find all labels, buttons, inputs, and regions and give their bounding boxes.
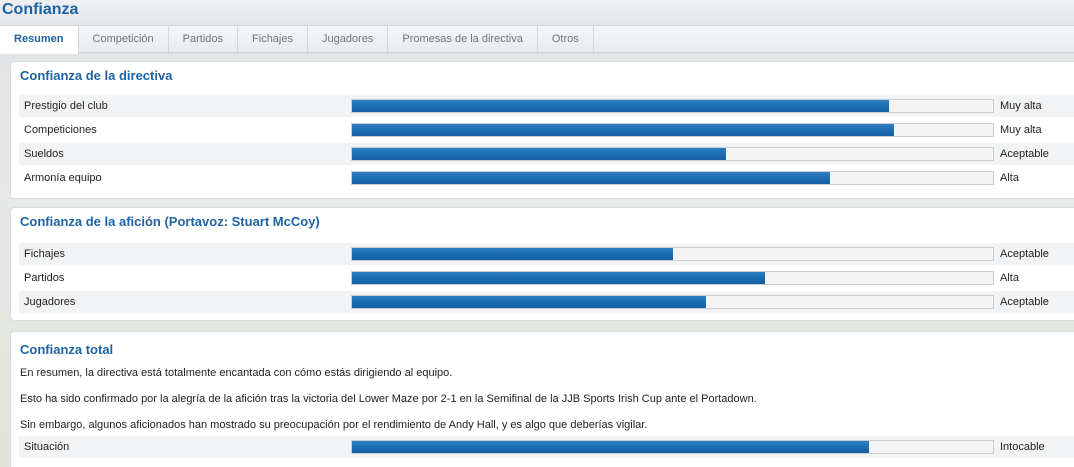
confidence-bar-fill — [352, 441, 869, 453]
confidence-bar-fill — [352, 124, 894, 136]
tab-promesas-directiva[interactable]: Promesas de la directiva — [388, 26, 538, 53]
fan-row-players: Jugadores Aceptable — [19, 291, 1074, 313]
fan-confidence-panel: Confianza de la afición (Portavoz: Stuar… — [10, 207, 1074, 321]
board-row-wages: Sueldos Aceptable — [19, 143, 1074, 165]
confidence-bar — [351, 247, 994, 261]
row-label: Fichajes — [24, 248, 65, 260]
confidence-bar — [351, 171, 994, 185]
confidence-bar — [351, 99, 994, 113]
row-label: Jugadores — [24, 296, 76, 308]
row-value: Alta — [1000, 172, 1019, 184]
row-value: Muy alta — [1000, 124, 1042, 136]
confidence-bar-fill — [352, 172, 830, 184]
row-label: Partidos — [24, 272, 65, 284]
board-row-prestige: Prestigio del club Muy alta — [19, 95, 1074, 117]
tab-competicion[interactable]: Competición — [79, 26, 169, 53]
confidence-bar — [351, 295, 994, 309]
overall-row-status: Situación Intocable — [19, 436, 1074, 458]
summary-text: Sin embargo, algunos aficionados han mos… — [20, 419, 648, 431]
row-label: Armonía equipo — [24, 172, 102, 184]
fan-row-transfers: Fichajes Aceptable — [19, 243, 1074, 265]
tab-partidos[interactable]: Partidos — [169, 26, 239, 53]
row-label: Situación — [24, 441, 70, 453]
row-value: Alta — [1000, 272, 1019, 284]
title-bar: Confianza — [0, 0, 1074, 24]
page-title: Confianza — [2, 1, 79, 18]
confidence-bar-fill — [352, 296, 706, 308]
confidence-bar — [351, 123, 994, 137]
summary-text: Esto ha sido confirmado por la alegría d… — [20, 393, 757, 405]
confidence-bar-fill — [352, 148, 726, 160]
row-label: Competiciones — [24, 124, 97, 136]
confidence-bar — [351, 440, 994, 454]
overall-panel-title: Confianza total — [20, 342, 114, 357]
row-value: Aceptable — [1000, 296, 1049, 308]
fan-row-matches: Partidos Alta — [19, 267, 1074, 289]
row-value: Muy alta — [1000, 100, 1042, 112]
tab-fichajes[interactable]: Fichajes — [238, 26, 308, 53]
board-panel-title: Confianza de la directiva — [20, 68, 173, 83]
confidence-bar-fill — [352, 100, 889, 112]
row-value: Intocable — [1000, 441, 1045, 453]
row-value: Aceptable — [1000, 248, 1049, 260]
row-label: Prestigio del club — [24, 100, 108, 112]
confidence-bar-fill — [352, 272, 765, 284]
board-row-competitions: Competiciones Muy alta — [19, 119, 1074, 141]
overall-confidence-panel: Confianza total En resumen, la directiva… — [10, 331, 1074, 467]
row-label: Sueldos — [24, 148, 64, 160]
fan-panel-title: Confianza de la afición (Portavoz: Stuar… — [20, 214, 320, 229]
confidence-bar — [351, 147, 994, 161]
tab-otros[interactable]: Otros — [538, 26, 594, 53]
confidence-bar — [351, 271, 994, 285]
tab-jugadores[interactable]: Jugadores — [308, 26, 389, 53]
tab-resumen[interactable]: Resumen — [0, 26, 79, 54]
board-confidence-panel: Confianza de la directiva Prestigio del … — [10, 61, 1074, 199]
row-value: Aceptable — [1000, 148, 1049, 160]
confidence-bar-fill — [352, 248, 674, 260]
board-row-harmony: Armonía equipo Alta — [19, 167, 1074, 189]
tab-bar: Resumen Competición Partidos Fichajes Ju… — [0, 25, 1074, 54]
summary-text: En resumen, la directiva está totalmente… — [20, 367, 453, 379]
